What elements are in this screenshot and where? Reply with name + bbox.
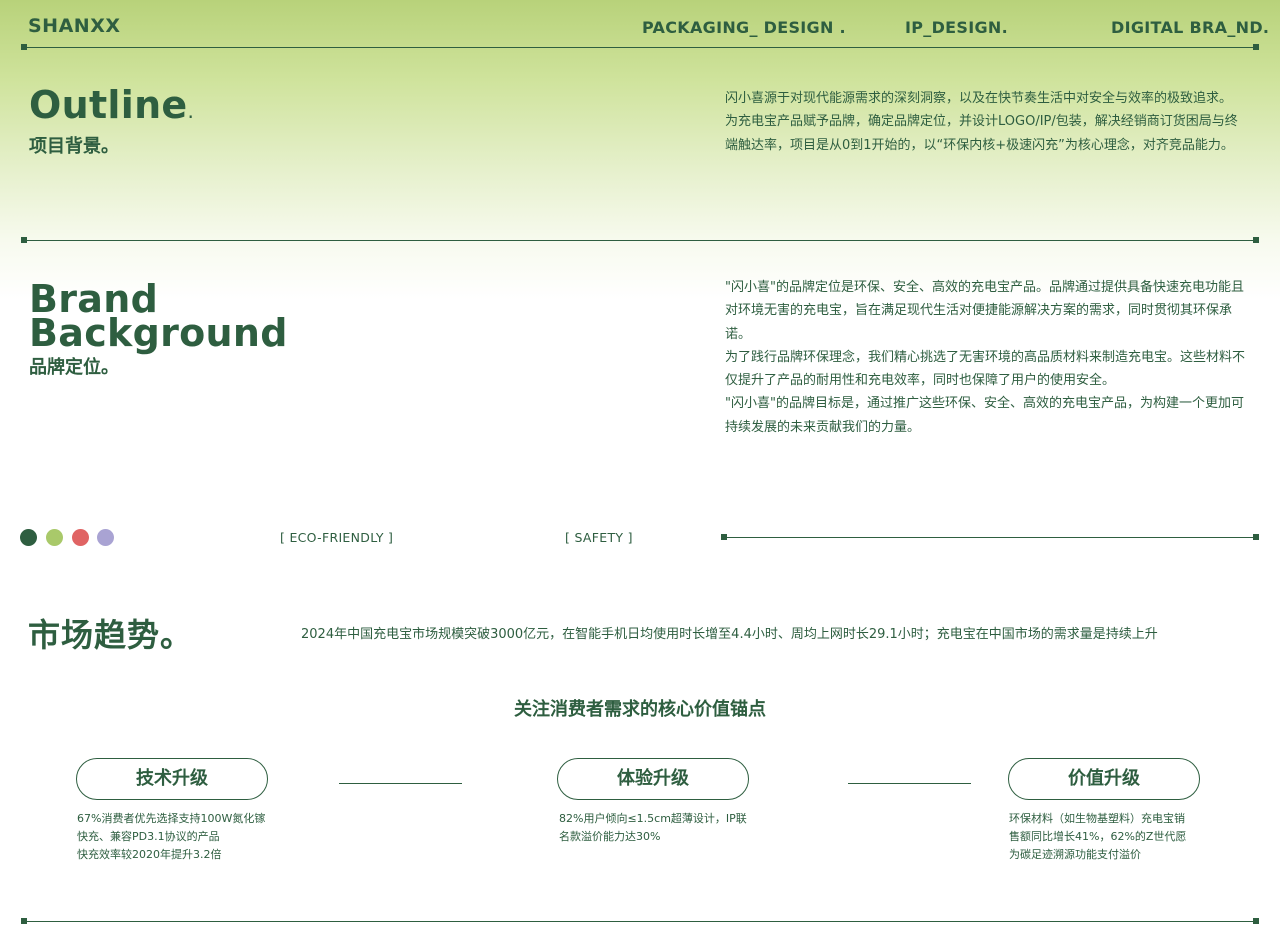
- footer-divider: [21, 917, 1259, 924]
- brand-logo: SHANXX: [28, 15, 121, 37]
- anchor-pill-tech: 技术升级: [76, 758, 268, 800]
- anchor-connector: [339, 783, 462, 784]
- anchor-connector: [848, 783, 971, 784]
- color-swatch-lavender: [97, 529, 114, 546]
- outline-title: Outline: [29, 83, 188, 127]
- anchor-desc-value: 环保材料（如生物基塑料）充电宝销 售额同比增长41%，62%的Z世代愿 为碳足迹…: [1009, 810, 1209, 864]
- desc-line: 售额同比增长41%，62%的Z世代愿: [1009, 830, 1187, 843]
- brand-subtitle: 品牌定位。: [29, 357, 119, 378]
- color-swatch-dark-green: [20, 529, 37, 546]
- color-swatch-red: [72, 529, 89, 546]
- tag-safety: [ SAFETY ]: [565, 530, 633, 545]
- outline-subtitle: 项目背景。: [29, 136, 119, 157]
- desc-line: 快充、兼容PD3.1协议的产品: [77, 830, 220, 843]
- outline-paragraph: 闪小喜源于对现代能源需求的深刻洞察，以及在快节奏生活中对安全与效率的极致追求。: [725, 91, 1233, 106]
- outline-title-dot: .: [187, 99, 195, 123]
- section-divider: [21, 236, 1259, 243]
- brand-heading: Brand Background 品牌定位。: [29, 280, 288, 379]
- market-text: 2024年中国充电宝市场规模突破3000亿元，在智能手机日均使用时长增至4.4小…: [301, 627, 1158, 642]
- desc-line: 67%消费者优先选择支持100W氮化镓: [77, 812, 266, 825]
- outline-description: 闪小喜源于对现代能源需求的深刻洞察，以及在快节奏生活中对安全与效率的极致追求。 …: [725, 87, 1249, 157]
- nav-ip-design[interactable]: IP_DESIGN.: [905, 18, 1008, 37]
- anchor-desc-experience: 82%用户倾向≤1.5cm超薄设计，IP联 名款溢价能力达30%: [559, 810, 759, 846]
- anchor-pill-value: 价值升级: [1008, 758, 1200, 800]
- nav-digital-brand[interactable]: DIGITAL BRA_ND.: [1111, 18, 1269, 37]
- tag-eco-friendly: [ ECO-FRIENDLY ]: [280, 530, 394, 545]
- brand-description: "闪小喜"的品牌定位是环保、安全、高效的充电宝产品。品牌通过提供具备快速充电功能…: [725, 276, 1249, 439]
- brand-paragraph: "闪小喜"的品牌目标是，通过推广这些环保、安全、高效的充电宝产品，为构建一个更加…: [725, 396, 1244, 435]
- desc-line: 环保材料（如生物基塑料）充电宝销: [1009, 812, 1185, 825]
- desc-line: 为碳足迹溯源功能支付溢价: [1009, 848, 1141, 861]
- brand-title-line2: Background: [29, 311, 288, 355]
- desc-line: 快充效率较2020年提升3.2倍: [77, 848, 222, 861]
- outline-paragraph: 为充电宝产品赋予品牌，确定品牌定位，并设计LOGO/IP/包装，解决经销商订货困…: [725, 114, 1238, 153]
- brand-paragraph: "闪小喜"的品牌定位是环保、安全、高效的充电宝产品。品牌通过提供具备快速充电功能…: [725, 280, 1244, 342]
- desc-line: 82%用户倾向≤1.5cm超薄设计，IP联: [559, 812, 747, 825]
- brand-paragraph: 为了践行品牌环保理念，我们精心挑选了无害环境的高品质材料来制造充电宝。这些材料不…: [725, 349, 1246, 389]
- market-title: 市场趋势。: [28, 616, 194, 654]
- anchor-pill-experience: 体验升级: [557, 758, 749, 800]
- outline-heading: Outline. 项目背景。: [29, 86, 195, 158]
- anchors-title: 关注消费者需求的核心价值锚点: [514, 699, 766, 720]
- tag-divider: [721, 533, 1259, 540]
- nav-packaging-design[interactable]: PACKAGING_ DESIGN .: [642, 18, 846, 37]
- anchor-desc-tech: 67%消费者优先选择支持100W氮化镓 快充、兼容PD3.1协议的产品 快充效率…: [77, 810, 277, 864]
- header-divider: [21, 43, 1259, 50]
- color-swatch-light-green: [46, 529, 63, 546]
- desc-line: 名款溢价能力达30%: [559, 830, 661, 843]
